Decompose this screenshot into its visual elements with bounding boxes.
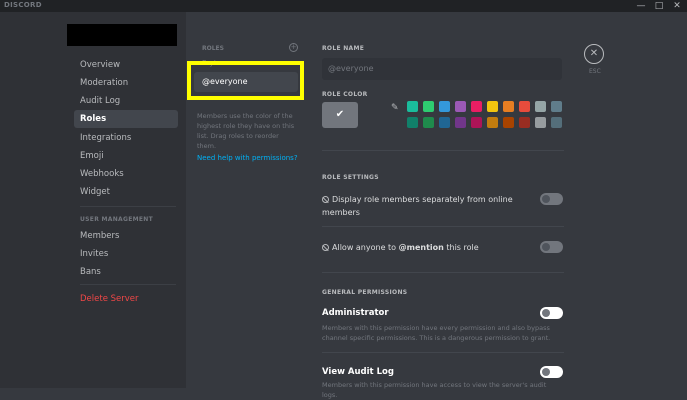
administrator-toggle[interactable] bbox=[540, 307, 563, 319]
color-swatch[interactable] bbox=[487, 101, 498, 112]
color-swatch[interactable] bbox=[535, 101, 546, 112]
section-divider bbox=[322, 226, 564, 227]
roles-help-text: Members use the color of the highest rol… bbox=[197, 112, 295, 150]
sidebar-item-moderation[interactable]: Moderation bbox=[74, 74, 178, 92]
perm-audit-log-title: View Audit Log bbox=[322, 367, 394, 377]
toggle-knob bbox=[542, 243, 550, 251]
redacted-server-name bbox=[67, 24, 177, 46]
sidebar-item-integrations[interactable]: Integrations bbox=[74, 129, 178, 147]
toggle-knob bbox=[542, 309, 550, 317]
toggle-knob bbox=[542, 368, 550, 376]
perm-administrator-desc: Members with this permission have every … bbox=[322, 324, 551, 342]
sidebar-item-members[interactable]: Members bbox=[74, 227, 178, 245]
role-name-label: ROLE NAME bbox=[322, 45, 365, 52]
role-color-label: ROLE COLOR bbox=[322, 91, 368, 98]
title-bar: DISCORD — □ ✕ bbox=[0, 0, 687, 12]
role-name-input[interactable]: @everyone bbox=[322, 58, 562, 80]
section-divider bbox=[322, 150, 564, 151]
toggle-knob bbox=[542, 195, 550, 203]
color-swatch[interactable] bbox=[487, 117, 498, 128]
esc-label: ESC bbox=[589, 68, 601, 75]
app-brand: DISCORD bbox=[4, 1, 42, 9]
close-settings-button[interactable]: ✕ bbox=[584, 44, 604, 64]
color-swatch[interactable] bbox=[519, 117, 530, 128]
user-management-header: USER MANAGEMENT bbox=[80, 216, 153, 223]
sidebar-item-invites[interactable]: Invites bbox=[74, 245, 178, 263]
roles-header: ROLES bbox=[202, 45, 224, 52]
check-icon: ✔ bbox=[335, 109, 345, 120]
setting-allow-mention: Allow anyone to @mention this role bbox=[322, 241, 479, 254]
sidebar-item-widget[interactable]: Widget bbox=[74, 183, 178, 201]
setting-display-separately: Display role members separately from onl… bbox=[322, 195, 513, 217]
close-window-button[interactable]: ✕ bbox=[669, 0, 685, 12]
maximize-button[interactable]: □ bbox=[651, 0, 667, 12]
color-swatch[interactable] bbox=[519, 101, 530, 112]
color-swatch[interactable] bbox=[407, 117, 418, 128]
perm-administrator-title: Administrator bbox=[322, 308, 389, 318]
section-divider bbox=[322, 352, 564, 353]
section-divider bbox=[322, 272, 564, 273]
color-swatch[interactable] bbox=[455, 117, 466, 128]
delete-server-button[interactable]: Delete Server bbox=[74, 290, 178, 308]
minimize-button[interactable]: — bbox=[633, 0, 649, 12]
color-swatch[interactable] bbox=[423, 101, 434, 112]
block-icon bbox=[322, 196, 329, 203]
color-swatch[interactable] bbox=[423, 117, 434, 128]
color-swatch[interactable] bbox=[407, 101, 418, 112]
color-swatch[interactable] bbox=[471, 101, 482, 112]
add-role-icon[interactable]: + bbox=[289, 43, 298, 52]
color-swatch[interactable] bbox=[439, 101, 450, 112]
general-permissions-label: GENERAL PERMISSIONS bbox=[322, 289, 408, 296]
perm-audit-log-desc: Members with this permission have access… bbox=[322, 381, 547, 399]
sidebar-item-emoji[interactable]: Emoji bbox=[74, 147, 178, 165]
color-swatch[interactable] bbox=[439, 117, 450, 128]
color-swatch[interactable] bbox=[471, 117, 482, 128]
sidebar-divider bbox=[80, 206, 176, 207]
sidebar-item-webhooks[interactable]: Webhooks bbox=[74, 165, 178, 183]
role-settings-label: ROLE SETTINGS bbox=[322, 174, 379, 181]
sidebar-item-audit-log[interactable]: Audit Log bbox=[74, 92, 178, 110]
color-swatch[interactable] bbox=[503, 101, 514, 112]
sidebar-divider bbox=[80, 284, 176, 285]
sidebar-item-bans[interactable]: Bans bbox=[74, 263, 178, 281]
permissions-help-link[interactable]: Need help with permissions? bbox=[197, 154, 298, 162]
default-color-swatch[interactable]: ✔ bbox=[322, 102, 358, 128]
view-audit-log-toggle[interactable] bbox=[540, 366, 563, 378]
block-icon bbox=[322, 244, 329, 251]
color-swatch[interactable] bbox=[503, 117, 514, 128]
sidebar-item-roles[interactable]: Roles bbox=[74, 110, 178, 128]
color-swatch[interactable] bbox=[551, 117, 562, 128]
color-swatch[interactable] bbox=[535, 117, 546, 128]
color-swatch[interactable] bbox=[455, 101, 466, 112]
display-separately-toggle[interactable] bbox=[540, 193, 563, 205]
highlight-box bbox=[187, 61, 304, 100]
color-swatch[interactable] bbox=[551, 101, 562, 112]
sidebar-item-overview[interactable]: Overview bbox=[74, 56, 178, 74]
allow-mention-toggle[interactable] bbox=[540, 241, 563, 253]
color-picker-icon[interactable]: ✎ bbox=[391, 103, 399, 113]
